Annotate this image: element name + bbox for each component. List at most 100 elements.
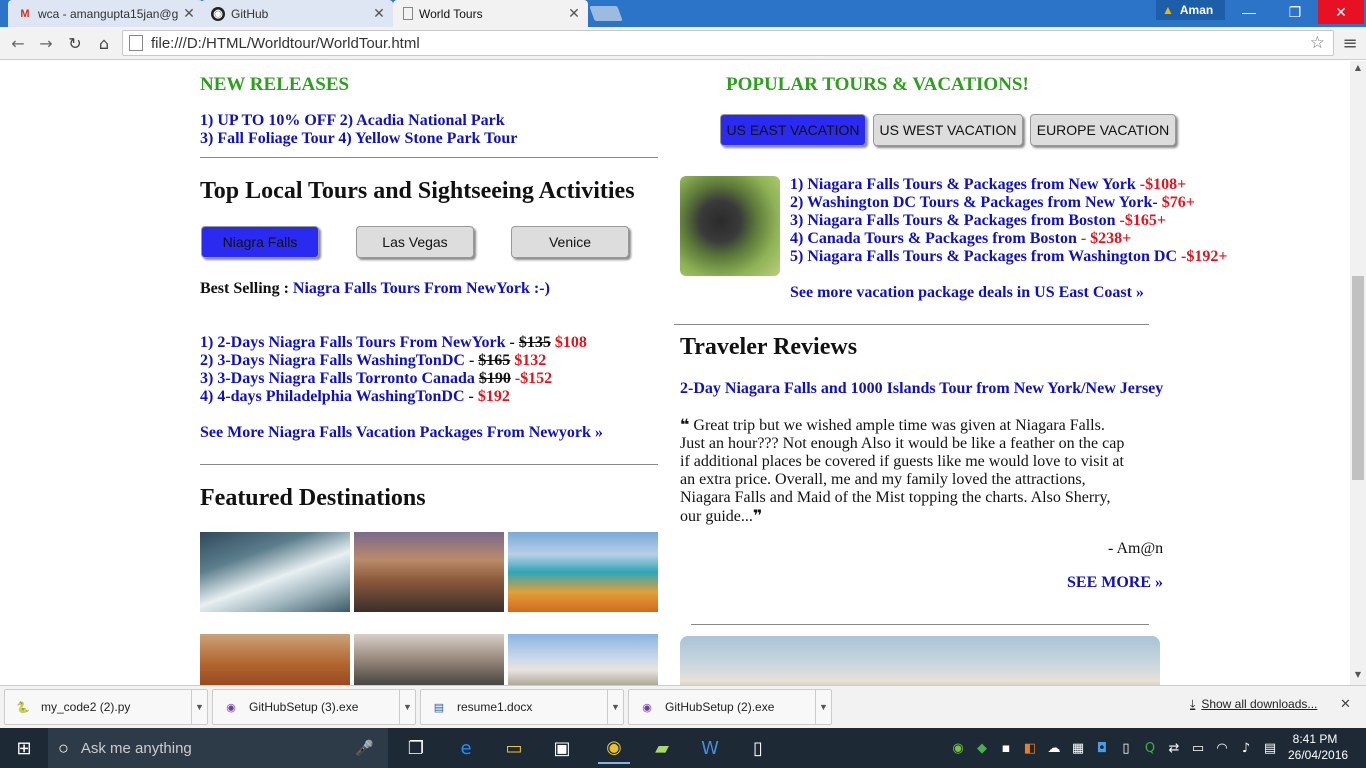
new-releases-line-2[interactable]: 3) Fall Foliage Tour 4) Yellow Stone Par… bbox=[200, 130, 517, 148]
microphone-icon[interactable]: 🎤 bbox=[355, 739, 374, 757]
show-all-downloads-link[interactable]: ⤓ Show all downloads... bbox=[1190, 697, 1317, 712]
niagara-falls-image[interactable] bbox=[200, 532, 350, 612]
new-york-skyline-image[interactable] bbox=[354, 532, 504, 612]
tab-title: World Tours bbox=[419, 6, 483, 21]
tab-github[interactable]: ◉ GitHub ✕ bbox=[201, 0, 393, 27]
tray-app-icon[interactable]: ◆ bbox=[974, 738, 990, 758]
close-downloads-icon[interactable]: ✕ bbox=[1340, 697, 1351, 712]
folder-icon[interactable]: ▰ bbox=[646, 732, 678, 764]
us-east-vacation-button[interactable]: US EAST VACATION bbox=[720, 114, 866, 146]
close-quote-icon: ❞ bbox=[752, 506, 763, 525]
minimize-button[interactable]: — bbox=[1226, 0, 1272, 24]
tray-app-icon[interactable]: ▯ bbox=[1118, 738, 1134, 758]
address-bar[interactable]: file:///D:/HTML/Worldtour/WorldTour.html… bbox=[122, 30, 1334, 56]
tour-name: 1) 2-Days Niagra Falls Tours From NewYor… bbox=[200, 334, 506, 351]
download-item[interactable]: ▤ resume1.docx ▼ bbox=[420, 689, 624, 725]
us-west-vacation-button[interactable]: US WEST VACATION bbox=[873, 114, 1023, 146]
download-item[interactable]: ◉ GitHubSetup (2).exe ▼ bbox=[628, 689, 832, 725]
package-item[interactable]: 5) Niagara Falls Tours & Packages from W… bbox=[790, 248, 1227, 266]
niagra-falls-button[interactable]: Niagra Falls bbox=[201, 226, 319, 258]
chrome-icon[interactable]: ◉ bbox=[598, 732, 630, 764]
download-name: GitHubSetup (3).exe bbox=[249, 700, 359, 714]
tray-app-icon[interactable]: ▪ bbox=[998, 738, 1014, 758]
package-item[interactable]: 2) Washington DC Tours & Packages from N… bbox=[790, 194, 1195, 212]
cortana-search-box[interactable]: ○ Ask me anything 🎤 bbox=[48, 728, 388, 768]
us-east-more-link[interactable]: See more vacation package deals in US Ea… bbox=[790, 284, 1144, 302]
close-tab-icon[interactable]: ✕ bbox=[566, 5, 582, 22]
tray-app-icon[interactable]: ◉ bbox=[950, 738, 966, 758]
statue-image[interactable] bbox=[680, 176, 780, 276]
system-clock[interactable]: 8:41 PM 26/04/2016 bbox=[1288, 731, 1348, 763]
action-center-icon[interactable]: ▤ bbox=[1262, 738, 1278, 758]
venice-banner-image[interactable] bbox=[680, 636, 1160, 685]
package-item[interactable]: 4) Canada Tours & Packages from Boston -… bbox=[790, 230, 1131, 248]
document-icon[interactable]: ▯ bbox=[742, 732, 774, 764]
close-window-button[interactable]: ✕ bbox=[1318, 0, 1364, 24]
volume-icon[interactable]: ♪ bbox=[1238, 738, 1254, 758]
menu-icon[interactable]: ≡ bbox=[1338, 31, 1362, 55]
restore-button[interactable]: ❐ bbox=[1272, 0, 1318, 24]
las-vegas-button[interactable]: Las Vegas bbox=[356, 226, 474, 258]
review-line: if additional places be covered if guest… bbox=[680, 453, 1124, 470]
venice-button[interactable]: Venice bbox=[511, 226, 629, 258]
tour-item[interactable]: 1) 2-Days Niagra Falls Tours From NewYor… bbox=[200, 334, 587, 352]
tour-item[interactable]: 2) 3-Days Niagra Falls WashingTonDC - $1… bbox=[200, 352, 546, 370]
home-icon[interactable]: ⌂ bbox=[92, 31, 116, 55]
chevron-down-icon[interactable]: ▼ bbox=[191, 689, 207, 725]
profile-name: Aman bbox=[1179, 3, 1214, 17]
tour-item[interactable]: 3) 3-Days Niagra Falls Torronto Canada $… bbox=[200, 370, 552, 388]
onedrive-icon[interactable]: ☁ bbox=[1046, 738, 1062, 758]
store-icon[interactable]: ▣ bbox=[546, 732, 578, 764]
tab-world-tours[interactable]: World Tours ✕ bbox=[393, 0, 588, 27]
edge-icon[interactable]: e bbox=[450, 732, 482, 764]
tour-name: 4) 4-days Philadelphia WashingTonDC bbox=[200, 388, 465, 405]
popular-tours-heading: POPULAR TOURS & VACATIONS! bbox=[726, 74, 1029, 95]
profile-button[interactable]: ▲ Aman bbox=[1156, 0, 1226, 20]
scrollbar-thumb[interactable] bbox=[1352, 276, 1364, 480]
close-tab-icon[interactable]: ✕ bbox=[181, 5, 197, 22]
windows-start-icon[interactable]: ⊞ bbox=[8, 732, 40, 764]
download-item[interactable]: ◉ GitHubSetup (3).exe ▼ bbox=[212, 689, 416, 725]
reload-icon[interactable]: ↻ bbox=[63, 31, 87, 55]
wifi-icon[interactable]: ◠ bbox=[1214, 738, 1230, 758]
featured-heading: Featured Destinations bbox=[200, 485, 426, 511]
rodeo-drive-image[interactable] bbox=[354, 634, 504, 685]
tray-app-icon[interactable]: Q bbox=[1142, 738, 1158, 758]
tab-gmail[interactable]: M wca - amangupta15jan@g ✕ bbox=[8, 0, 203, 27]
scroll-up-icon[interactable]: ▲ bbox=[1350, 63, 1366, 77]
network-icon[interactable]: ▭ bbox=[1190, 738, 1206, 758]
new-releases-line-1[interactable]: 1) UP TO 10% OFF 2) Acadia National Park bbox=[200, 112, 505, 130]
download-item[interactable]: 🐍 my_code2 (2).py ▼ bbox=[4, 689, 208, 725]
separator: - bbox=[464, 388, 478, 405]
scroll-down-icon[interactable]: ▼ bbox=[1350, 670, 1366, 684]
file-explorer-icon[interactable]: ▭ bbox=[498, 732, 530, 764]
tour-item[interactable]: 4) 4-days Philadelphia WashingTonDC - $1… bbox=[200, 388, 510, 406]
github-icon: ◉ bbox=[211, 6, 225, 21]
package-item[interactable]: 1) Niagara Falls Tours & Packages from N… bbox=[790, 176, 1186, 194]
yellowstone-image[interactable] bbox=[508, 532, 658, 612]
defender-icon[interactable]: ◘ bbox=[1094, 738, 1110, 758]
package-item[interactable]: 3) Niagara Falls Tours & Packages from B… bbox=[790, 212, 1166, 230]
gmail-icon: M bbox=[20, 7, 30, 20]
more-niagra-link[interactable]: See More Niagra Falls Vacation Packages … bbox=[200, 424, 603, 442]
chevron-down-icon[interactable]: ▼ bbox=[399, 689, 415, 725]
see-more-link[interactable]: SEE MORE » bbox=[1067, 574, 1163, 592]
forward-icon[interactable]: → bbox=[34, 31, 58, 55]
task-view-icon[interactable]: ❐ bbox=[400, 732, 432, 764]
grand-canyon-image[interactable] bbox=[200, 634, 350, 685]
new-tab-button[interactable] bbox=[589, 6, 623, 21]
package-price: - $238+ bbox=[1076, 230, 1132, 247]
tray-app-icon[interactable]: ◧ bbox=[1022, 738, 1038, 758]
bookmark-star-icon[interactable]: ☆ bbox=[1310, 33, 1325, 53]
chateau-image[interactable] bbox=[508, 634, 658, 685]
word-app-icon[interactable]: W bbox=[694, 732, 726, 764]
chevron-down-icon[interactable]: ▼ bbox=[607, 689, 623, 725]
tray-app-icon[interactable]: ▦ bbox=[1070, 738, 1086, 758]
best-selling-link[interactable]: Niagra Falls Tours From NewYork :-) bbox=[293, 280, 550, 297]
back-icon[interactable]: ← bbox=[6, 31, 30, 55]
europe-vacation-button[interactable]: EUROPE VACATION bbox=[1030, 114, 1176, 146]
review-tour-link[interactable]: 2-Day Niagara Falls and 1000 Islands Tou… bbox=[680, 380, 1163, 398]
tray-app-icon[interactable]: ⇄ bbox=[1166, 738, 1182, 758]
close-tab-icon[interactable]: ✕ bbox=[371, 5, 387, 22]
chevron-down-icon[interactable]: ▼ bbox=[815, 689, 831, 725]
